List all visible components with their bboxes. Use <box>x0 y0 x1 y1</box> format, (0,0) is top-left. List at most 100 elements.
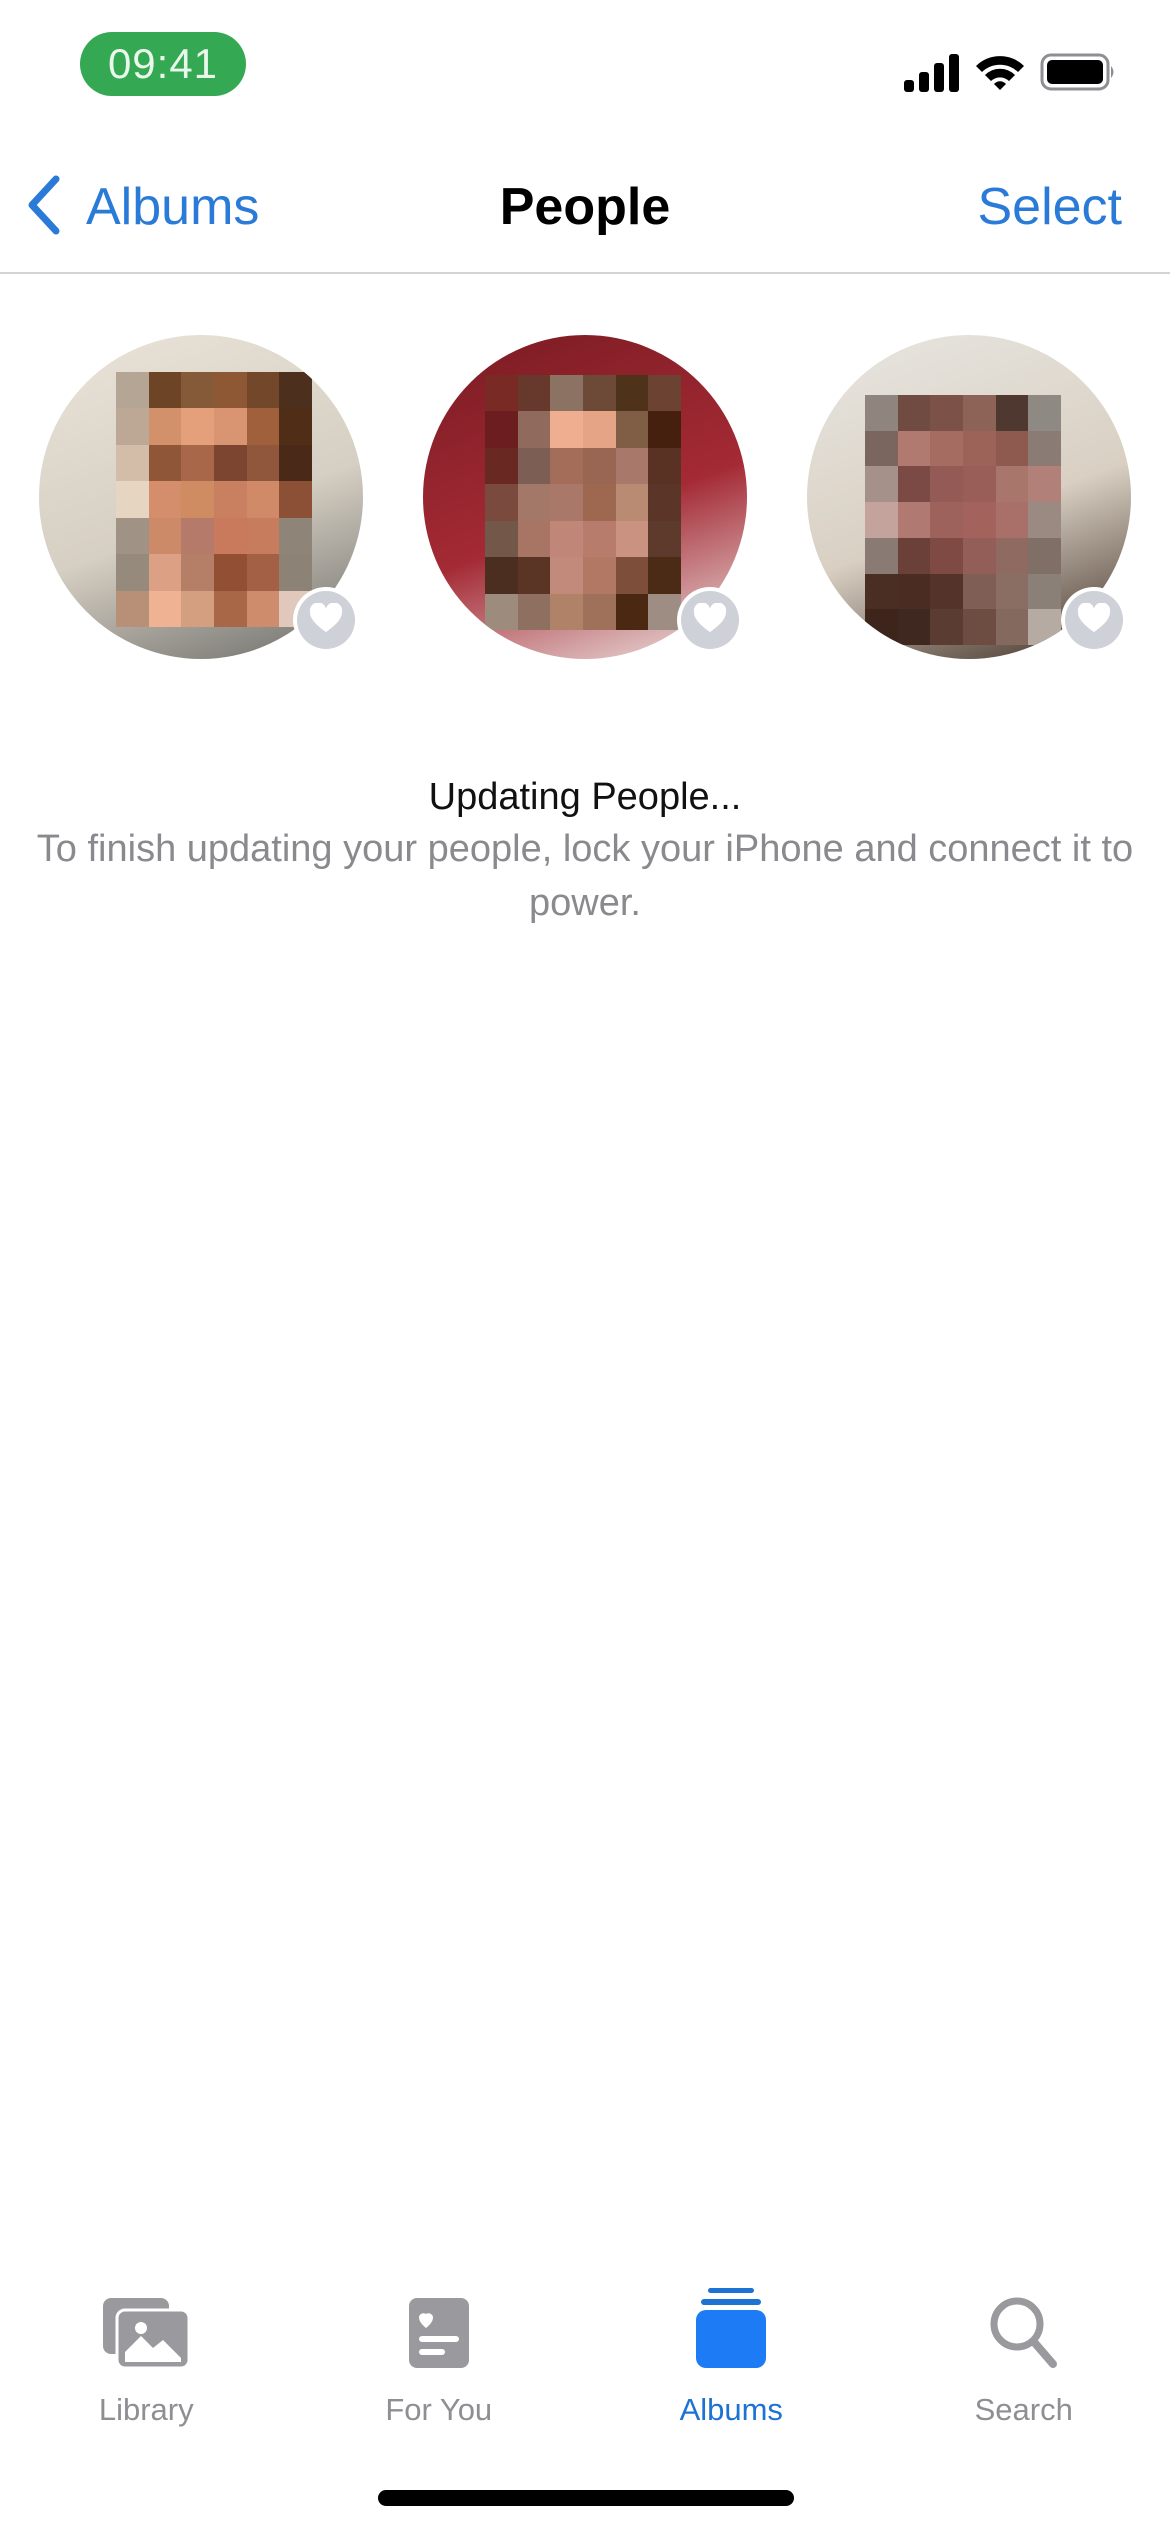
tab-search[interactable]: Search <box>878 2290 1170 2430</box>
mosaic-cell <box>148 481 182 518</box>
favorite-button[interactable] <box>297 591 355 649</box>
mosaic-cell <box>214 444 247 482</box>
mosaic-cell <box>897 537 931 574</box>
tab-for-you[interactable]: For You <box>293 2290 586 2430</box>
back-button[interactable]: Albums <box>24 172 259 242</box>
mosaic-cell <box>930 430 963 467</box>
home-indicator[interactable] <box>378 2490 794 2506</box>
mosaic-cell <box>517 375 551 412</box>
albums-icon <box>694 2288 768 2370</box>
mosaic-cell <box>148 517 182 555</box>
mosaic-cell <box>1028 466 1061 503</box>
mosaic-cell <box>865 537 898 574</box>
mosaic-cell <box>550 520 583 558</box>
mosaic-cell <box>615 557 649 594</box>
photo-library-icon <box>101 2290 191 2370</box>
mosaic-cell <box>214 408 247 445</box>
mosaic-cell <box>897 502 931 538</box>
mosaic-cell <box>930 466 963 503</box>
mosaic-cell <box>963 395 996 431</box>
mosaic-cell <box>648 593 681 630</box>
mosaic-cell <box>963 466 996 503</box>
mosaic-cell <box>995 430 1029 467</box>
mosaic-cell <box>583 447 616 485</box>
mosaic-cell <box>246 554 280 591</box>
mosaic-cell <box>116 444 149 482</box>
mosaic-cell <box>214 481 247 518</box>
mosaic-cell <box>181 408 214 445</box>
mosaic-cell <box>279 554 312 591</box>
mosaic-cell <box>485 447 518 485</box>
status-icons <box>904 52 1118 96</box>
mosaic-cell <box>583 557 616 594</box>
mosaic-cell <box>930 395 963 431</box>
mosaic-cell <box>246 590 280 627</box>
mosaic-cell <box>615 411 649 448</box>
mosaic-cell <box>181 444 214 482</box>
mosaic-cell <box>181 554 214 591</box>
mosaic-cell <box>181 590 214 627</box>
mosaic-cell <box>930 502 963 538</box>
person-thumbnail[interactable] <box>807 335 1131 659</box>
mosaic-cell <box>246 517 280 555</box>
mosaic-cell <box>930 609 963 645</box>
mosaic-cell <box>963 573 996 610</box>
mosaic-cell <box>279 517 312 555</box>
mosaic-cell <box>1028 573 1061 610</box>
mosaic-cell <box>550 411 583 448</box>
mosaic-cell <box>550 593 583 630</box>
mosaic-cell <box>485 375 518 412</box>
mosaic-cell <box>995 502 1029 538</box>
mosaic-cell <box>583 593 616 630</box>
tab-library[interactable]: Library <box>0 2290 293 2430</box>
mosaic-cell <box>550 447 583 485</box>
mosaic-cell <box>963 430 996 467</box>
mosaic-cell <box>116 590 149 627</box>
back-label: Albums <box>86 178 260 236</box>
mosaic-cell <box>148 590 182 627</box>
tab-albums[interactable]: Albums <box>585 2288 878 2430</box>
mosaic-cell <box>615 375 649 412</box>
mosaic-cell <box>246 372 280 409</box>
mosaic-cell <box>865 466 898 503</box>
mosaic-cell <box>485 557 518 594</box>
mosaic-cell <box>897 609 931 645</box>
mosaic-cell <box>897 395 931 431</box>
mosaic-cell <box>1028 502 1061 538</box>
favorite-button[interactable] <box>681 591 739 649</box>
person-thumbnail[interactable] <box>423 335 747 659</box>
mosaic-cell <box>116 372 149 409</box>
mosaic-cell <box>246 481 280 518</box>
tab-label: Library <box>98 2392 194 2427</box>
mosaic-cell <box>517 447 551 485</box>
mosaic-cell <box>615 484 649 521</box>
mosaic-cell <box>116 408 149 445</box>
mosaic-cell <box>865 430 898 467</box>
mosaic-cell <box>615 593 649 630</box>
mosaic-cell <box>116 517 149 555</box>
mosaic-cell <box>517 593 551 630</box>
mosaic-cell <box>615 520 649 558</box>
mosaic-cell <box>214 554 247 591</box>
mosaic-cell <box>246 408 280 445</box>
mosaic-cell <box>485 593 518 630</box>
select-button[interactable]: Select <box>977 172 1122 242</box>
mosaic-cell <box>1028 609 1061 645</box>
mosaic-cell <box>485 411 518 448</box>
mosaic-cell <box>246 444 280 482</box>
person-thumbnail[interactable] <box>39 335 363 659</box>
mosaic-cell <box>865 502 898 538</box>
mosaic-cell <box>865 609 898 645</box>
mosaic-cell <box>995 609 1029 645</box>
mosaic-cell <box>995 395 1029 431</box>
mosaic-cell <box>517 520 551 558</box>
mosaic-cell <box>116 481 149 518</box>
mosaic-cell <box>865 573 898 610</box>
mosaic-cell <box>214 517 247 555</box>
pixelated-face <box>865 395 1061 645</box>
favorite-button[interactable] <box>1065 591 1123 649</box>
mosaic-cell <box>648 447 681 485</box>
mosaic-cell <box>181 372 214 409</box>
mosaic-cell <box>148 408 182 445</box>
mosaic-cell <box>517 411 551 448</box>
